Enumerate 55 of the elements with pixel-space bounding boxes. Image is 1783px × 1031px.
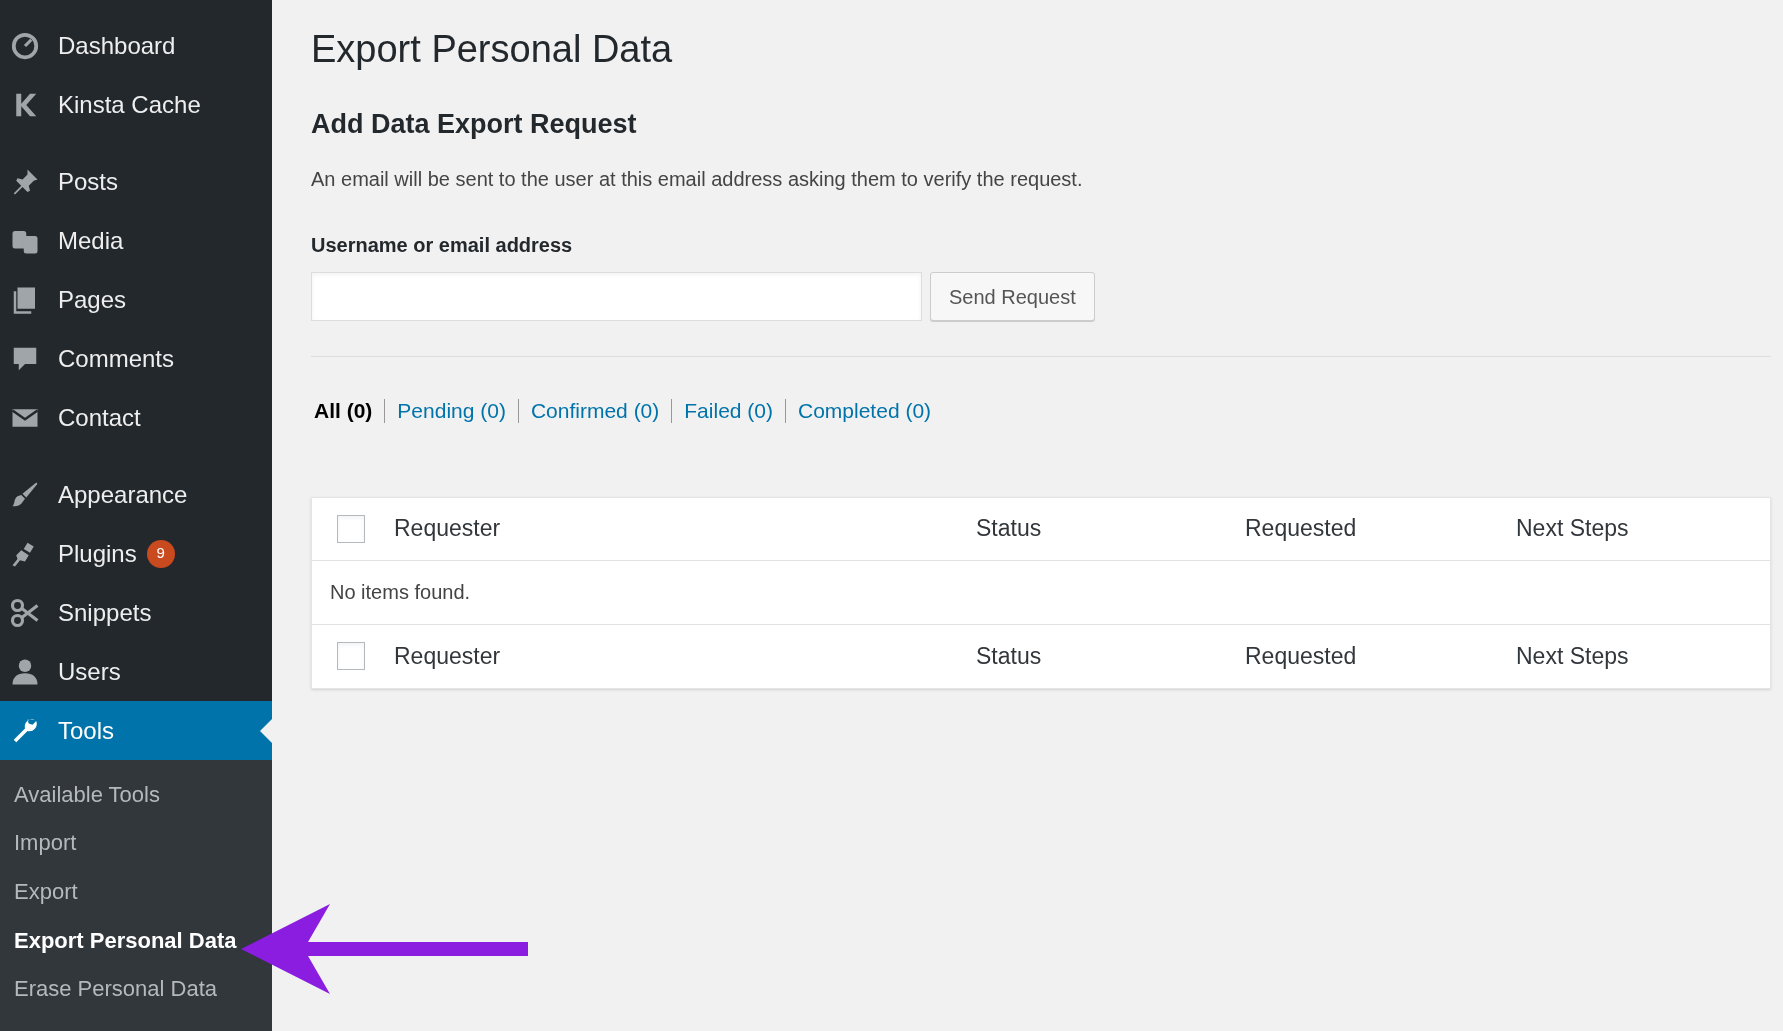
sidebar-menu-item[interactable]: Kinsta Cache [0, 75, 272, 134]
sidebar-menu-item[interactable]: Posts [0, 152, 272, 211]
menu-label: Kinsta Cache [58, 89, 201, 120]
status-filter-link[interactable]: Confirmed (0) [530, 395, 660, 427]
column-header: Status [976, 641, 1043, 671]
menu-label: Pages [58, 284, 127, 315]
column-header: Requester [394, 514, 502, 544]
column-header: Requested [1245, 641, 1358, 671]
select-all-checkbox[interactable] [337, 642, 365, 670]
select-all-checkbox[interactable] [337, 514, 365, 543]
sidebar-menu-item[interactable]: Pages [0, 270, 272, 329]
sidebar-menu-item[interactable]: Appearance [0, 465, 272, 524]
menu-label: Tools [58, 715, 115, 746]
section-heading: Add Data Export Request [311, 107, 638, 141]
status-filter-link[interactable]: All (0) [314, 395, 373, 427]
gauge-icon [10, 30, 40, 61]
username-input-field[interactable] [311, 272, 922, 321]
menu-label: Posts [58, 166, 119, 197]
sidebar-menu-item[interactable]: Tools [0, 701, 272, 760]
sidebar-menu-item[interactable]: Plugins 9 [0, 524, 272, 583]
empty-message: No items found. [330, 580, 471, 605]
menu-label: Appearance [58, 479, 188, 510]
menu-label: Comments [58, 343, 175, 374]
sidebar-menu-item[interactable]: Media [0, 211, 272, 270]
menu-label: Plugins [58, 538, 137, 569]
menu-label: Users [58, 656, 121, 687]
description-text: An email will be sent to the user at this email address asking them to verify the request. [311, 167, 1084, 192]
submenu-link[interactable]: Export [14, 867, 78, 916]
column-header: Next Steps [1516, 641, 1630, 671]
column-header: Requested [1245, 514, 1358, 544]
update-count-badge: 9 [146, 539, 175, 568]
send-request-button[interactable]: Send Request [930, 272, 1095, 321]
submenu-link[interactable]: Export Personal Data [14, 915, 237, 965]
sidebar-menu-item[interactable]: Dashboard [0, 16, 272, 75]
sidebar-menu-item[interactable]: Contact [0, 388, 272, 447]
menu-label: Dashboard [58, 30, 176, 61]
status-filter-link[interactable]: Completed (0) [798, 395, 932, 427]
status-filter-link[interactable]: Pending (0) [397, 395, 506, 427]
submenu-link[interactable]: Import [14, 818, 77, 868]
sidebar-menu-item[interactable]: Snippets [0, 583, 272, 642]
sidebar-menu-item[interactable]: Users [0, 642, 272, 701]
menu-label: Snippets [58, 597, 152, 628]
page-title: Export Personal Data [311, 27, 674, 72]
column-header: Status [976, 514, 1043, 544]
field-label: Username or email address [311, 233, 573, 258]
submenu-link[interactable]: Erase Personal Data [14, 964, 217, 1013]
current-menu-pointer [260, 719, 272, 743]
submenu-link[interactable]: Available Tools [14, 770, 160, 819]
status-filter-link[interactable]: Failed (0) [684, 395, 773, 427]
sidebar-menu-item[interactable]: Comments [0, 329, 272, 388]
menu-label: Contact [58, 402, 141, 433]
column-header: Requester [394, 641, 502, 671]
menu-label: Media [58, 225, 124, 256]
scissors-icon [10, 597, 40, 628]
column-header: Next Steps [1516, 514, 1630, 544]
